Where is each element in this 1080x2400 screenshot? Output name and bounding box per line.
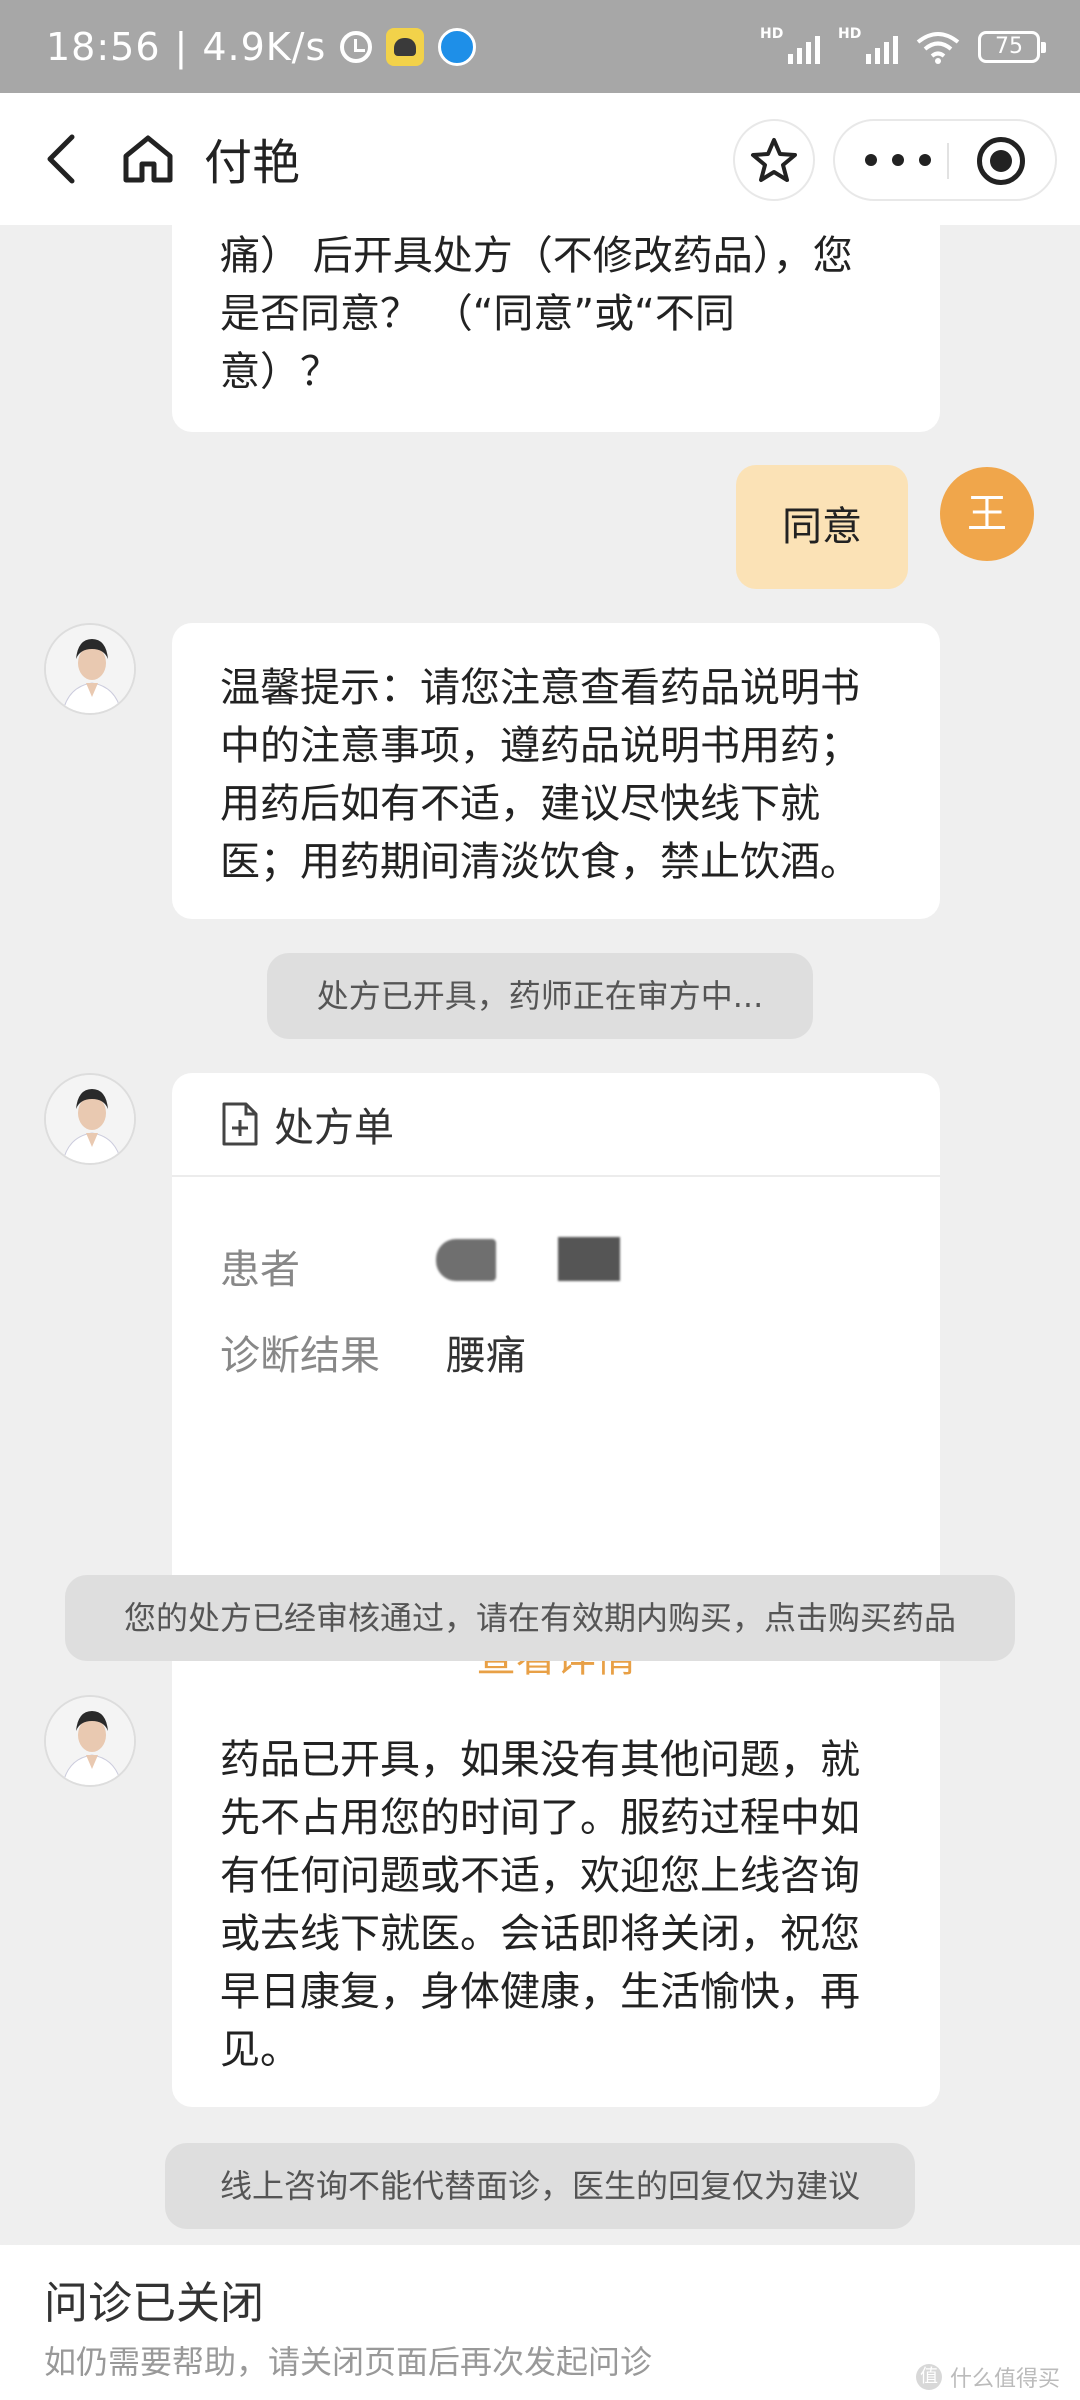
capsule-divider xyxy=(947,143,949,179)
system-notice-purchase[interactable]: 您的处方已经审核通过，请在有效期内购买，点击购买药品 xyxy=(65,1575,1015,1661)
status-network-speed: 4.9K/s xyxy=(202,25,327,69)
message-line: 先不占用您的时间了。服药过程中如 xyxy=(220,1795,860,1841)
star-icon xyxy=(751,138,797,182)
watermark-text: 什么值得买 xyxy=(949,2367,1060,2392)
user-message-bubble: 同意 xyxy=(736,465,908,589)
signal-icon-2: HD xyxy=(838,26,898,64)
hd-label: HD xyxy=(760,26,784,42)
closed-title: 问诊已关闭 xyxy=(44,2278,264,2329)
message-line: 用药后如有不适，建议尽快线下就 xyxy=(220,781,820,827)
doctor-portrait-icon xyxy=(46,1697,134,1785)
home-button[interactable] xyxy=(118,129,178,189)
doctor-avatar[interactable] xyxy=(44,1073,136,1165)
wifi-icon xyxy=(916,32,960,64)
watermark: 值 什么值得买 xyxy=(915,2361,1060,2393)
doctor-portrait-icon xyxy=(46,1075,134,1163)
more-dots-icon[interactable] xyxy=(865,121,931,199)
miniapp-capsule xyxy=(833,119,1057,201)
status-bar: 18:56 | 4.9K/s HD HD 75 xyxy=(0,0,1080,93)
message-line: 中的注意事项，遵药品说明书用药； xyxy=(220,723,860,769)
status-left: 18:56 | 4.9K/s xyxy=(46,22,477,72)
message-line: 痛） 后开具处方（不修改药品），您 xyxy=(220,233,853,279)
app-notification-icon xyxy=(386,28,425,66)
disclaimer-notice: 线上咨询不能代替面诊，医生的回复仅为建议 xyxy=(165,2143,915,2229)
status-separator: | xyxy=(174,25,189,69)
redacted-patient-name xyxy=(558,1237,620,1281)
message-line: 药品已开具，如果没有其他问题，就 xyxy=(220,1737,860,1783)
consultation-closed-panel: 问诊已关闭 如仍需要帮助，请关闭页面后再次发起问诊 值 什么值得买 xyxy=(0,2245,1080,2400)
doctor-avatar[interactable] xyxy=(44,623,136,715)
hd-label-2: HD xyxy=(838,26,862,42)
doctor-message-bubble: 痛） 后开具处方（不修改药品），您 是否同意？ （“同意”或“不同 意）？ xyxy=(172,225,940,432)
redacted-patient-name xyxy=(436,1239,496,1281)
message-line: 温馨提示：请您注意查看药品说明书 xyxy=(220,665,860,711)
user-avatar[interactable]: 王 xyxy=(940,467,1034,561)
message-line: 见。 xyxy=(220,2027,300,2073)
diagnosis-label: 诊断结果 xyxy=(220,1333,380,1379)
doctor-message-bubble: 温馨提示：请您注意查看药品说明书 中的注意事项，遵药品说明书用药； 用药后如有不… xyxy=(172,623,940,919)
patient-label: 患者 xyxy=(220,1247,300,1293)
browser-notification-icon xyxy=(438,28,477,66)
home-icon xyxy=(123,135,173,183)
back-button[interactable] xyxy=(30,129,90,189)
alarm-icon xyxy=(340,31,373,63)
diagnosis-value: 腰痛 xyxy=(446,1333,526,1379)
status-right: HD HD 75 xyxy=(760,22,1046,72)
diagnosis-row: 诊断结果 腰痛 xyxy=(220,1323,526,1381)
watermark-logo-icon: 值 xyxy=(915,2364,942,2390)
prescription-card[interactable]: 处方单 患者 诊断结果腰痛 查看详情 xyxy=(172,1073,940,1771)
prescription-title: 处方单 xyxy=(274,1105,394,1151)
nav-bar: 付艳 xyxy=(0,93,1080,225)
back-arrow-icon xyxy=(47,134,75,184)
chat-area[interactable]: 痛） 后开具处方（不修改药品），您 是否同意？ （“同意”或“不同 意）？ 同意… xyxy=(0,225,1080,2245)
message-line: 意）？ xyxy=(220,349,340,395)
prescription-header: 处方单 xyxy=(172,1073,940,1177)
doctor-avatar[interactable] xyxy=(44,1695,136,1787)
message-line: 早日康复，身体健康，生活愉快，再 xyxy=(220,1969,860,2015)
doctor-message-bubble: 药品已开具，如果没有其他问题，就 先不占用您的时间了。服药过程中如 有任何问题或… xyxy=(172,1695,940,2107)
status-time: 18:56 xyxy=(46,25,161,69)
prescription-doc-icon xyxy=(222,1102,258,1146)
closed-subtitle: 如仍需要帮助，请关闭页面后再次发起问诊 xyxy=(44,2343,653,2381)
message-line: 医；用药期间清淡饮食，禁止饮酒。 xyxy=(220,839,860,885)
message-line: 有任何问题或不适，欢迎您上线咨询 xyxy=(220,1853,860,1899)
message-line: 是否同意？ （“同意”或“不同 xyxy=(220,291,735,337)
favorite-button[interactable] xyxy=(733,119,815,201)
battery-icon: 75 xyxy=(978,31,1046,63)
doctor-portrait-icon xyxy=(46,625,134,713)
signal-icon: HD xyxy=(760,26,820,64)
message-line: 或去线下就医。会话即将关闭，祝您 xyxy=(220,1911,860,1957)
system-notice: 处方已开具，药师正在审方中... xyxy=(267,953,813,1039)
target-icon[interactable] xyxy=(977,137,1025,185)
page-title: 付艳 xyxy=(204,135,301,191)
patient-row: 患者 xyxy=(220,1237,446,1295)
